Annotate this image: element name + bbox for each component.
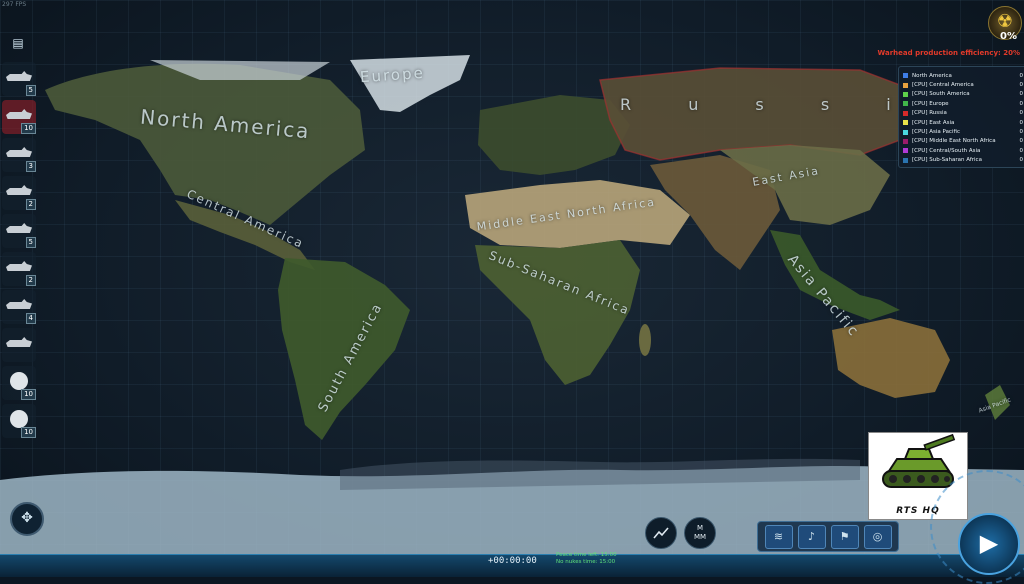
- legend-score: 0: [1019, 91, 1024, 98]
- legend-name: [CPU] Europe: [912, 100, 949, 107]
- legend-name: [CPU] Central America: [912, 82, 974, 89]
- unit-count: 4: [25, 313, 36, 324]
- legend-name: [CPU] Sub-Saharan Africa: [912, 157, 982, 164]
- legend-swatch: [903, 82, 908, 88]
- unit-list: 5 10 3 2 5 2 4 10 10: [2, 62, 38, 442]
- legend-name: [CPU] Russia: [912, 110, 947, 117]
- compass-icon[interactable]: ✥: [10, 502, 44, 536]
- south-america-landmass: [278, 258, 410, 440]
- unit-slot-corvette[interactable]: 2: [2, 252, 36, 286]
- legend-row: [CPU] Russia 0: [903, 109, 1023, 118]
- legend-swatch: [903, 138, 908, 144]
- unit-slot-frigate[interactable]: 5: [2, 214, 36, 248]
- legend-name: [CPU] South America: [912, 91, 970, 98]
- chart-line-glyph: [653, 527, 669, 539]
- warhead-efficiency-text: Warhead production efficiency: 20%: [877, 49, 1020, 57]
- unit-slot-bomber[interactable]: 10: [2, 100, 36, 134]
- destroyer-ship-icon: [6, 147, 32, 157]
- unit-slot-armored-vehicle[interactable]: 5: [2, 62, 36, 96]
- unit-count: 5: [25, 237, 36, 248]
- legend-row: [CPU] South America 0: [903, 90, 1023, 99]
- timers: Peace time left: 15:00 No nukes time: 15…: [556, 552, 617, 566]
- legend-name: [CPU] Asia Pacific: [912, 129, 960, 136]
- unit-slot-radar[interactable]: 10: [2, 366, 36, 400]
- submarine-icon: [6, 299, 32, 309]
- legend-score: 0: [1019, 82, 1024, 89]
- missile-launcher-icon: [10, 410, 28, 428]
- legend-swatch: [903, 91, 908, 97]
- unit-slot-cruiser[interactable]: 2: [2, 176, 36, 210]
- unit-slot-missile-launcher[interactable]: 10: [2, 404, 36, 438]
- unit-slot-carrier[interactable]: [2, 328, 36, 362]
- nuke-percent: 0%: [1000, 31, 1017, 42]
- chart-line-icon[interactable]: [645, 517, 677, 549]
- unit-count: 2: [25, 275, 36, 286]
- legend-name: [CPU] Middle East North Africa: [912, 138, 996, 145]
- chart-icon[interactable]: ♪: [797, 524, 826, 549]
- legend-swatch: [903, 110, 908, 116]
- madagascar-landmass: [639, 324, 651, 356]
- bomber-aircraft-icon: [6, 109, 32, 119]
- faction-legend: North America 0 [CPU] Central America 0 [C…: [898, 66, 1024, 168]
- legend-score: 0: [1019, 100, 1024, 107]
- legend-score: 0: [1019, 147, 1024, 154]
- legend-score: 0: [1019, 138, 1024, 145]
- globe-icon[interactable]: ◎: [863, 524, 892, 549]
- legend-row: [CPU] Central America 0: [903, 80, 1023, 89]
- unit-count: 10: [21, 123, 36, 134]
- unit-slot-submarine[interactable]: 4: [2, 290, 36, 324]
- tool-panel: ≋ ♪ ⚑ ◎: [757, 521, 899, 552]
- legend-swatch: [903, 101, 908, 107]
- mm-button[interactable]: M MM: [684, 517, 716, 549]
- unit-count: 10: [21, 389, 36, 400]
- nuke-time-text: No nukes time: 15:00: [556, 559, 616, 565]
- legend-swatch: [903, 73, 908, 79]
- unit-slot-destroyer[interactable]: 3: [2, 138, 36, 172]
- legend-row: [CPU] Middle East North Africa 0: [903, 137, 1023, 146]
- unit-count: 2: [25, 199, 36, 210]
- label-russia: R u s s i: [620, 95, 917, 114]
- legend-name: [CPU] Central/South Asia: [912, 147, 981, 154]
- wave-icon[interactable]: ≋: [764, 524, 793, 549]
- armored-vehicle-icon: [6, 71, 32, 81]
- game-clock: +00:00:00: [488, 556, 537, 566]
- carrier-ship-icon: [6, 337, 32, 347]
- cruiser-ship-icon: [6, 185, 32, 195]
- legend-name: North America: [912, 72, 952, 79]
- legend-score: 0: [1019, 110, 1024, 117]
- frigate-ship-icon: [6, 223, 32, 233]
- legend-swatch: [903, 120, 908, 126]
- legend-score: 0: [1019, 72, 1024, 79]
- flag-icon[interactable]: ⚑: [830, 524, 859, 549]
- legend-row: [CPU] Sub-Saharan Africa 0: [903, 156, 1023, 165]
- fps-counter: 297 FPS: [2, 1, 27, 8]
- play-icon[interactable]: ▶: [958, 513, 1020, 575]
- legend-score: 0: [1019, 129, 1024, 136]
- corvette-ship-icon: [6, 261, 32, 271]
- peace-time-text: Peace time left: 15:00: [556, 552, 617, 558]
- unit-count: 5: [25, 85, 36, 96]
- legend-row: [CPU] Europe 0: [903, 99, 1023, 108]
- legend-row: [CPU] Asia Pacific 0: [903, 127, 1023, 136]
- unit-count: 3: [25, 161, 36, 172]
- legend-swatch: [903, 157, 908, 163]
- radar-dish-icon: [10, 372, 28, 390]
- russia-landmass: [600, 68, 900, 160]
- document-menu-icon[interactable]: ▤: [10, 36, 26, 54]
- legend-swatch: [903, 148, 908, 154]
- legend-row: North America 0: [903, 71, 1023, 80]
- legend-row: [CPU] Central/South Asia 0: [903, 146, 1023, 155]
- legend-score: 0: [1019, 157, 1024, 164]
- legend-name: [CPU] East Asia: [912, 119, 955, 126]
- legend-swatch: [903, 129, 908, 135]
- unit-count: 10: [21, 427, 36, 438]
- legend-score: 0: [1019, 119, 1024, 126]
- legend-row: [CPU] East Asia 0: [903, 118, 1023, 127]
